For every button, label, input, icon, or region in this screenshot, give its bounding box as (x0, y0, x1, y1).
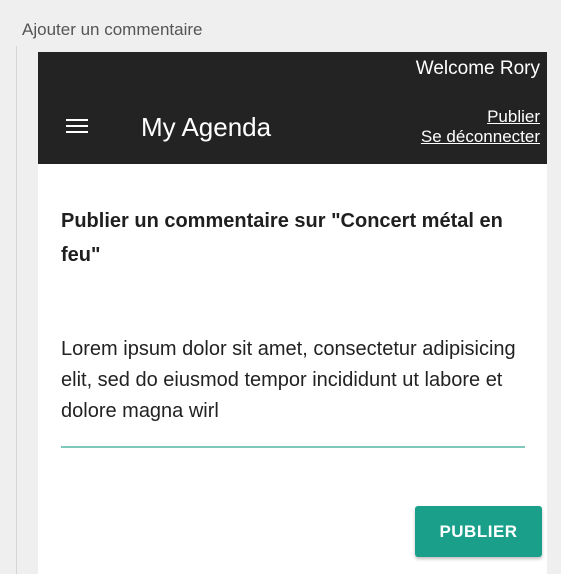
menu-icon-bar (66, 119, 88, 121)
welcome-text: Welcome Rory (415, 58, 540, 79)
top-app-bar: Welcome Rory My Agenda Publier Se déconn… (38, 52, 547, 164)
comment-textarea[interactable] (61, 334, 525, 448)
app-title: My Agenda (141, 112, 272, 142)
menu-icon-bar (66, 125, 88, 127)
frame-divider (16, 46, 17, 574)
publish-link[interactable]: Publier (421, 107, 540, 127)
hamburger-menu-icon[interactable] (66, 118, 88, 134)
frame-title: Ajouter un commentaire (22, 20, 203, 39)
publish-button[interactable]: PUBLIER (415, 506, 542, 557)
header-links: Publier Se déconnecter (421, 107, 540, 147)
menu-icon-bar (66, 131, 88, 133)
logout-link[interactable]: Se déconnecter (421, 127, 540, 147)
page-heading: Publier un commentaire sur "Concert méta… (61, 210, 503, 266)
app-panel: Welcome Rory My Agenda Publier Se déconn… (38, 52, 547, 574)
comment-form: Publier un commentaire sur "Concert méta… (38, 164, 547, 574)
